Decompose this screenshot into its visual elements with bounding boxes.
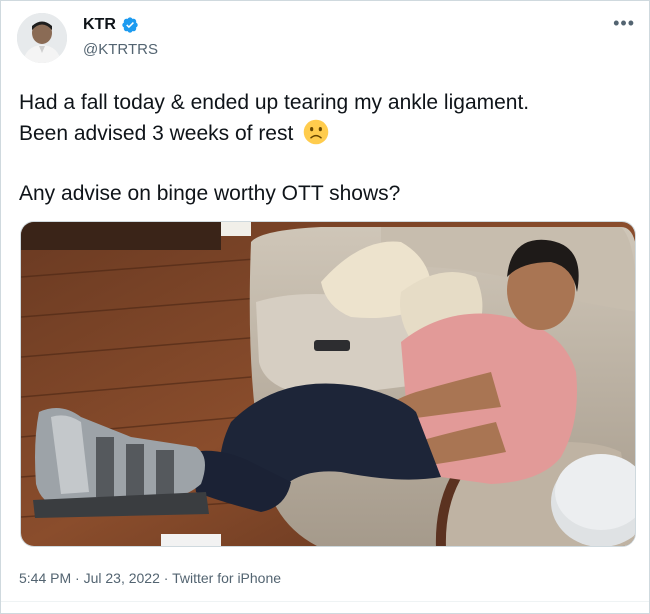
author-name-row: KTR (83, 16, 139, 34)
author-name[interactable]: KTR (83, 16, 116, 34)
tweet-card: KTR @KTRTRS ••• Had a fall today & ended… (0, 0, 650, 614)
tweet-text-line: Any advise on binge worthy OTT shows? (19, 182, 401, 205)
slightly-frowning-face-icon (303, 119, 329, 145)
tweet-text: Had a fall today & ended up tearing my a… (19, 87, 629, 209)
tweet-date[interactable]: Jul 23, 2022 (84, 570, 160, 586)
tweet-time[interactable]: 5:44 PM (19, 570, 71, 586)
separator-dot: · (75, 570, 80, 586)
tweet-text-line-with-emoji: Been advised 3 weeks of rest (19, 118, 629, 149)
tweet-text-line: Been advised 3 weeks of rest (19, 122, 294, 145)
tweet-photo[interactable] (20, 221, 636, 547)
separator-dot: · (163, 570, 169, 586)
divider (1, 601, 649, 602)
avatar[interactable] (17, 13, 67, 63)
tweet-text-line: Had a fall today & ended up tearing my a… (19, 91, 530, 114)
more-options-icon[interactable]: ••• (613, 13, 635, 34)
author-handle[interactable]: @KTRTRS (83, 41, 158, 58)
verified-badge-icon (122, 17, 138, 33)
tweet-metadata: 5:44 PM · Jul 23, 2022 · Twitter for iPh… (19, 570, 281, 586)
tweet-source[interactable]: Twitter for iPhone (172, 570, 281, 586)
